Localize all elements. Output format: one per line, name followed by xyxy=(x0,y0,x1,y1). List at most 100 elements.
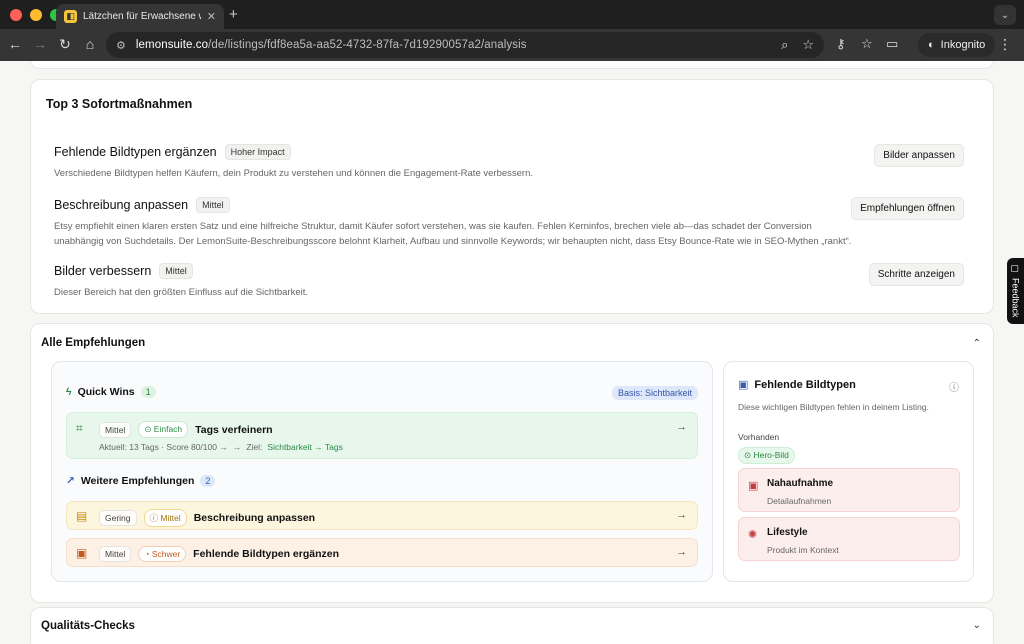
arrow-icon: → xyxy=(232,442,242,452)
site-info-icon[interactable]: ⚙ xyxy=(116,39,126,52)
action-item: Fehlende Bildtypen ergänzen Hoher Impact… xyxy=(54,144,964,181)
zoom-icon[interactable]: ⌕ xyxy=(781,37,788,53)
feedback-label: Feedback xyxy=(1010,278,1021,318)
quick-wins-label: Quick Wins xyxy=(77,386,135,398)
impact-badge: Mittel xyxy=(159,263,193,279)
sofort-heading: Top 3 Sofortmaßnahmen xyxy=(46,97,193,111)
home-icon[interactable]: ⌂ xyxy=(81,36,99,52)
minimize-window-button[interactable] xyxy=(30,9,42,21)
previous-card-edge xyxy=(30,61,994,69)
row-title: Beschreibung anpassen xyxy=(193,512,316,524)
effort-tag: ◔ Schwer xyxy=(138,546,187,562)
sofort-card: Top 3 Sofortmaßnahmen Fehlende Bildtypen… xyxy=(30,79,994,314)
missing-type-card[interactable]: ▣ Nahaufnahme Detailaufnahmen xyxy=(738,468,960,512)
bilder-anpassen-button[interactable]: Bilder anpassen xyxy=(874,144,964,167)
impact-tag: Mittel xyxy=(99,546,132,562)
arrow-right-icon[interactable]: → xyxy=(676,546,687,558)
image-icon: ▣ xyxy=(748,480,759,492)
effort-tag: ⊙ Einfach xyxy=(138,421,189,438)
bookmarks-icon[interactable]: ☆ xyxy=(861,36,873,52)
missing-title: Nahaufnahme xyxy=(767,478,834,489)
image-icon: ▣ xyxy=(738,379,749,391)
quick-wins-count: 1 xyxy=(140,386,156,398)
impact-badge: Hoher Impact xyxy=(224,144,291,160)
basis-badge: Basis: Sichtbarkeit xyxy=(611,386,698,400)
weitere-label: Weitere Empfehlungen xyxy=(80,475,195,487)
new-tab-icon[interactable]: + xyxy=(229,6,238,23)
incognito-icon: ◐ xyxy=(928,39,935,51)
qualitaets-checks-card[interactable]: Qualitäts-Checks ⌄ xyxy=(30,607,994,644)
impact-tag: Mittel xyxy=(99,421,132,438)
effort-label: Einfach xyxy=(153,424,183,434)
missing-image-types-panel: ▣ Fehlende Bildtypen ⓘ Diese wichtigen B… xyxy=(723,361,974,582)
window-controls xyxy=(10,9,62,21)
goal-value: Sichtbarkeit → Tags xyxy=(267,442,343,452)
side-title: ▣ Fehlende Bildtypen xyxy=(738,378,856,392)
password-key-icon[interactable]: ⚷ xyxy=(836,36,846,52)
weitere-header: ↗ Weitere Empfehlungen 2 xyxy=(66,475,216,487)
tab-search-chevron-icon[interactable]: ⌄ xyxy=(994,5,1016,25)
recommendation-row[interactable]: ▤ Gering ⓘ Mittel Beschreibung anpassen … xyxy=(66,501,698,530)
sparkle-icon: ✺ xyxy=(748,529,758,541)
bookmark-star-icon[interactable]: ☆ xyxy=(802,37,814,53)
image-icon: ▣ xyxy=(76,546,88,560)
qual-heading[interactable]: Qualitäts-Checks xyxy=(41,620,135,632)
action-title: Bilder verbessern xyxy=(54,264,152,278)
quick-win-row[interactable]: ⌗ Mittel ⊙ Einfach Tags verfeinern Aktue… xyxy=(66,412,698,459)
trending-up-icon: ↗ xyxy=(66,475,75,487)
browser-tab[interactable]: ◧ Lätzchen für Erwachsene wit ✕ xyxy=(56,4,224,29)
goal-label: Ziel: xyxy=(246,442,263,452)
action-desc: Etsy empfiehlt einen klaren ersten Satz … xyxy=(54,221,852,247)
impact-tag: Gering xyxy=(99,510,137,526)
lightning-icon: ϟ xyxy=(66,386,72,398)
action-desc: Dieser Bereich hat den größten Einfluss … xyxy=(54,287,308,298)
weitere-count: 2 xyxy=(200,475,216,487)
address-bar[interactable]: ⚙ lemonsuite.co/de/listings/fdf8ea5a-aa5… xyxy=(106,32,824,58)
present-badge: ⊙ Hero-Bild xyxy=(738,447,795,464)
missing-type-card[interactable]: ✺ Lifestyle Produkt im Kontext xyxy=(738,517,960,561)
recommendations-panel: ϟ Quick Wins 1 Basis: Sichtbarkeit ⌗ Mit… xyxy=(51,361,713,582)
reading-list-icon[interactable]: ▭ xyxy=(886,36,898,52)
back-icon[interactable]: ← xyxy=(6,36,24,52)
incognito-label: Inkognito xyxy=(940,39,986,51)
feedback-button[interactable]: ▢ Feedback xyxy=(1007,258,1024,324)
current-value: Aktuell: 13 Tags · Score 80/100 → xyxy=(99,442,228,452)
collapse-chevron-icon[interactable]: ⌃ xyxy=(973,338,981,349)
schritte-anzeigen-button[interactable]: Schritte anzeigen xyxy=(868,263,964,286)
action-desc: Verschiedene Bildtypen helfen Käufern, d… xyxy=(54,168,534,179)
missing-title: Lifestyle xyxy=(767,527,808,538)
action-item: Beschreibung anpassen Mittel Etsy empfie… xyxy=(54,197,964,249)
page-content: Top 3 Sofortmaßnahmen Fehlende Bildtypen… xyxy=(0,61,1024,644)
url-host: lemonsuite.co xyxy=(135,39,209,51)
forward-icon[interactable]: → xyxy=(31,36,49,52)
browser-menu-icon[interactable]: ⋮ xyxy=(998,36,1012,53)
missing-sub: Produkt im Kontext xyxy=(767,545,839,555)
action-title: Fehlende Bildtypen ergänzen xyxy=(54,145,217,159)
empfehlungen-oeffnen-button[interactable]: Empfehlungen öffnen xyxy=(851,197,964,220)
present-item: Hero-Bild xyxy=(753,450,789,460)
arrow-right-icon[interactable]: → xyxy=(676,509,687,521)
url-text: lemonsuite.co/de/listings/fdf8ea5a-aa52-… xyxy=(136,39,527,51)
arrow-right-icon[interactable]: → xyxy=(676,421,687,433)
action-item: Bilder verbessern Mittel Dieser Bereich … xyxy=(54,263,964,300)
close-window-button[interactable] xyxy=(10,9,22,21)
side-desc: Diese wichtigen Bildtypen fehlen in dein… xyxy=(738,402,929,412)
quick-wins-header: ϟ Quick Wins 1 xyxy=(66,386,156,398)
missing-sub: Detailaufnahmen xyxy=(767,496,832,506)
effort-label: Schwer xyxy=(151,549,181,559)
action-title: Beschreibung anpassen xyxy=(54,198,189,212)
close-tab-icon[interactable]: ✕ xyxy=(207,10,216,23)
tab-title: Lätzchen für Erwachsene wit xyxy=(83,11,201,22)
row-title: Fehlende Bildtypen ergänzen xyxy=(193,548,340,560)
browser-toolbar: ← → ↻ ⌂ ⚙ lemonsuite.co/de/listings/fdf8… xyxy=(0,29,1024,61)
tag-icon: ⌗ xyxy=(76,421,83,435)
reload-icon[interactable]: ↻ xyxy=(56,36,74,53)
recommendation-row[interactable]: ▣ Mittel ◔ Schwer Fehlende Bildtypen erg… xyxy=(66,538,698,567)
lemon-favicon-icon: ◧ xyxy=(64,10,77,23)
help-icon[interactable]: ⓘ xyxy=(949,379,959,394)
side-title-label: Fehlende Bildtypen xyxy=(754,378,856,391)
expand-chevron-icon[interactable]: ⌄ xyxy=(973,620,981,631)
alle-heading[interactable]: Alle Empfehlungen xyxy=(41,337,145,349)
browser-tabbar: ◧ Lätzchen für Erwachsene wit ✕ + ⌄ xyxy=(0,0,1024,29)
incognito-badge[interactable]: ◐ Inkognito xyxy=(918,33,996,57)
